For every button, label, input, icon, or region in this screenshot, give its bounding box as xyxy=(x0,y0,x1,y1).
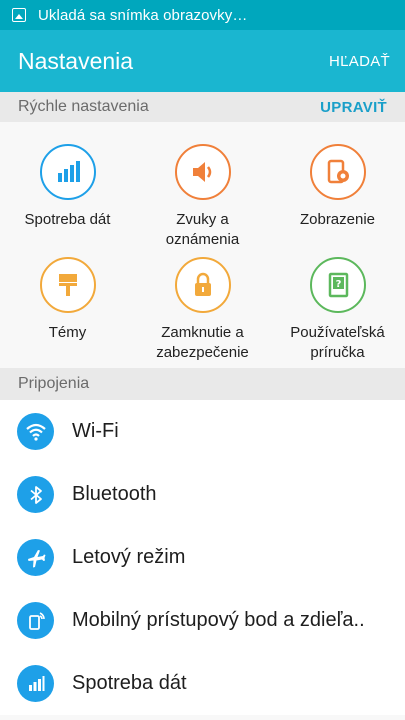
tile-themes[interactable]: Témy xyxy=(0,257,135,343)
display-brightness-icon xyxy=(309,144,366,200)
connections-label: Pripojenia xyxy=(18,375,90,392)
tile-label: Zamknutie a zabezpečenie xyxy=(156,324,249,361)
bluetooth-icon xyxy=(17,476,54,513)
speaker-icon xyxy=(174,144,231,200)
connections-header: Pripojenia xyxy=(0,368,405,400)
list-item-label: Mobilný prístupový bod a zdieľa.. xyxy=(72,609,365,631)
data-usage-icon xyxy=(17,665,54,702)
help-book-icon: ? xyxy=(309,257,366,313)
lock-icon xyxy=(174,257,231,313)
list-item-label: Letový režim xyxy=(72,546,186,568)
tile-label: Používateľská príručka xyxy=(290,324,385,361)
list-item-airplane-mode[interactable]: Letový režim xyxy=(0,526,405,589)
tile-label: Zobrazenie xyxy=(299,211,376,228)
connections-list: Wi-Fi Bluetooth Letový režim Mobilný prí… xyxy=(0,400,405,715)
tile-lock-security[interactable]: Zamknutie a zabezpečenie xyxy=(135,257,270,363)
tile-label: Témy xyxy=(48,324,87,341)
quick-settings-grid: Spotreba dát Zvuky a oznámenia Zobrazeni… xyxy=(0,122,405,368)
tile-data-usage[interactable]: Spotreba dát xyxy=(0,144,135,230)
list-item-label: Wi-Fi xyxy=(72,420,119,442)
quick-settings-label: Rýchle nastavenia xyxy=(18,98,149,115)
image-icon xyxy=(12,8,26,22)
page-title: Nastavenia xyxy=(18,47,134,74)
tile-user-manual[interactable]: ? Používateľská príručka xyxy=(270,257,405,363)
status-bar: Ukladá sa snímka obrazovky… xyxy=(0,0,405,30)
tile-label: Spotreba dát xyxy=(24,211,111,228)
tile-sounds[interactable]: Zvuky a oznámenia xyxy=(135,144,270,250)
edit-button[interactable]: UPRAVIŤ xyxy=(320,99,387,116)
list-item-wifi[interactable]: Wi-Fi xyxy=(0,400,405,463)
paint-brush-icon xyxy=(39,257,96,313)
tile-label: Zvuky a oznámenia xyxy=(165,211,240,248)
list-item-data-usage[interactable]: Spotreba dát xyxy=(0,652,405,715)
status-text: Ukladá sa snímka obrazovky… xyxy=(38,6,248,24)
list-item-label: Spotreba dát xyxy=(72,672,187,694)
airplane-icon xyxy=(17,539,54,576)
quick-settings-header: Rýchle nastavenia UPRAVIŤ xyxy=(0,92,405,122)
wifi-icon xyxy=(17,413,54,450)
data-usage-icon xyxy=(39,144,96,200)
list-item-bluetooth[interactable]: Bluetooth xyxy=(0,463,405,526)
tile-display[interactable]: Zobrazenie xyxy=(270,144,405,230)
svg-text:?: ? xyxy=(335,279,341,290)
list-item-label: Bluetooth xyxy=(72,483,157,505)
list-item-mobile-hotspot[interactable]: Mobilný prístupový bod a zdieľa.. xyxy=(0,589,405,652)
search-button[interactable]: HĽADAŤ xyxy=(329,53,390,70)
app-bar: Nastavenia HĽADAŤ xyxy=(0,30,405,92)
hotspot-icon xyxy=(17,602,54,639)
